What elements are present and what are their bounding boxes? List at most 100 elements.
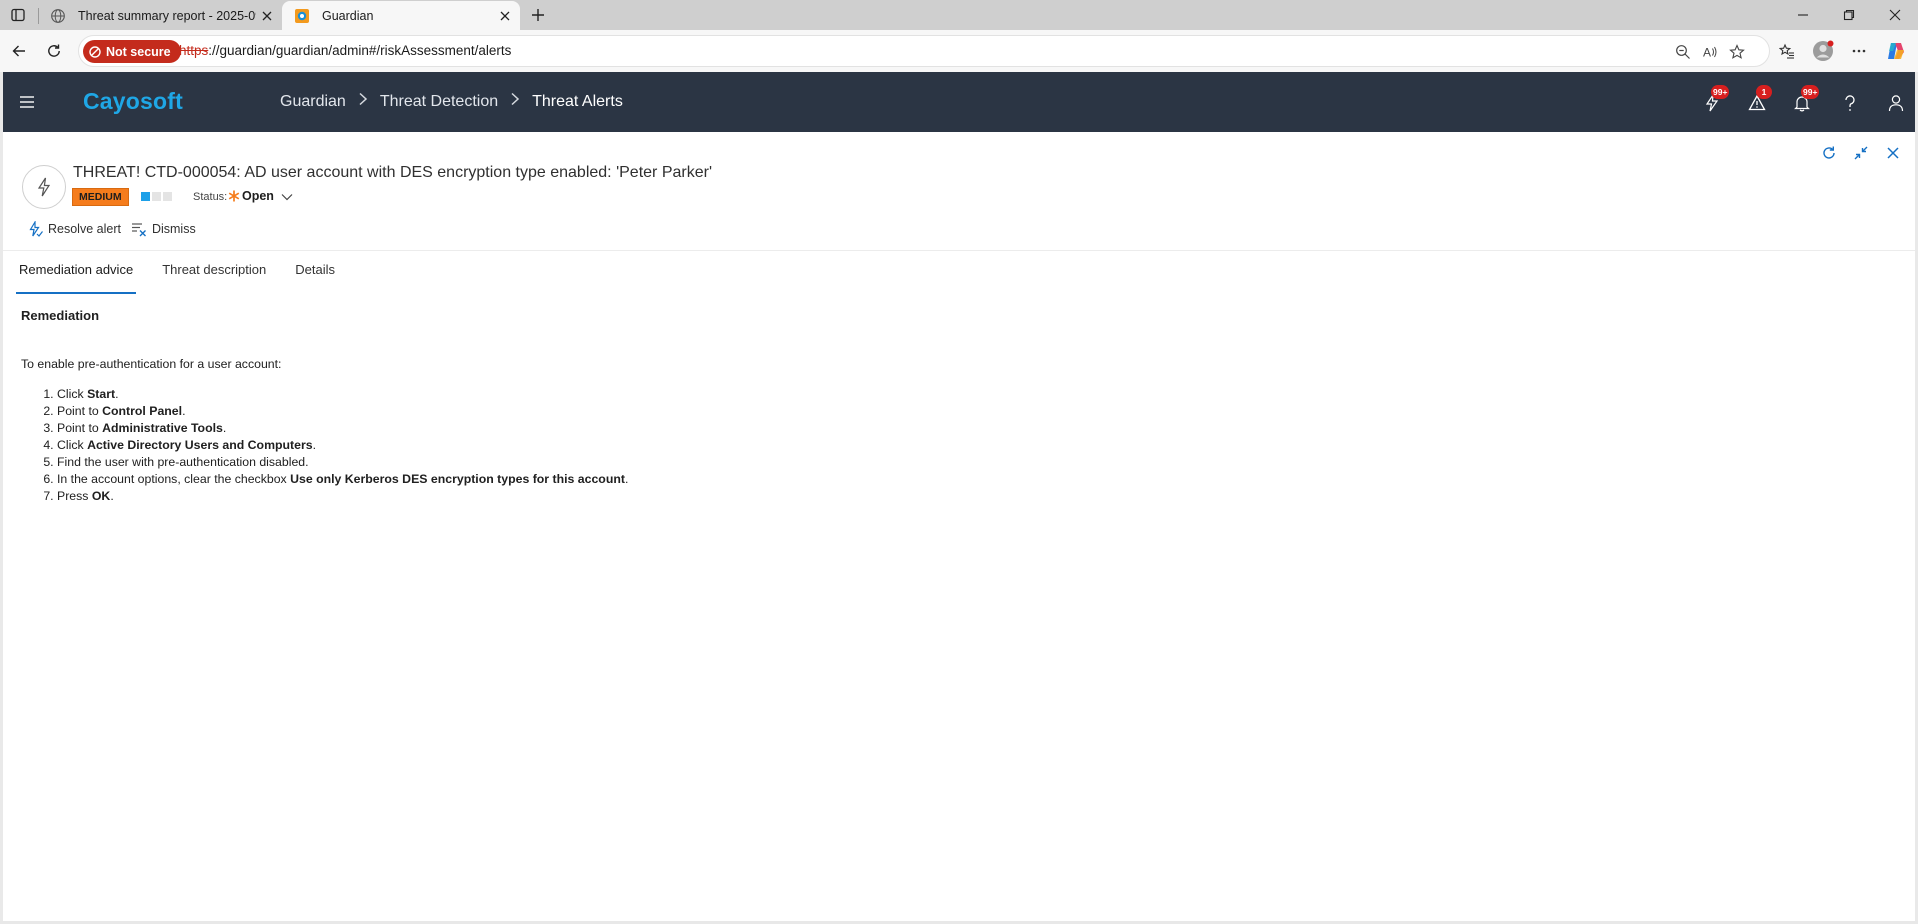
- breadcrumb-threat-alerts: Threat Alerts: [532, 92, 623, 110]
- resolve-alert-button[interactable]: Resolve alert: [27, 221, 121, 237]
- zoom-out-icon[interactable]: [1672, 41, 1694, 63]
- warning-badge: 1: [1756, 85, 1772, 99]
- step-text-end: .: [182, 404, 186, 418]
- url-path: ://guardian/guardian/admin#/riskAssessme…: [208, 43, 512, 58]
- notification-bell-icon[interactable]: 99+: [1789, 85, 1820, 116]
- app-header: Cayosoft Guardian Threat Detection Threa…: [3, 72, 1915, 132]
- breadcrumb-threat-detection[interactable]: Threat Detection: [380, 93, 498, 111]
- address-bar[interactable]: Not secure https://guardian/guardian/adm…: [78, 35, 1770, 67]
- warning-shield-icon: [89, 45, 101, 58]
- breadcrumb-chevron-icon: [358, 92, 368, 111]
- dismiss-button[interactable]: Dismiss: [131, 221, 196, 237]
- svg-text:A: A: [1703, 46, 1711, 60]
- severity-segment: [141, 192, 150, 201]
- remediation-step: In the account options, clear the checkb…: [57, 471, 1821, 488]
- tab-details[interactable]: Details: [294, 262, 336, 290]
- alert-actions: Resolve alert Dismiss: [27, 221, 196, 237]
- step-text: Point to: [57, 421, 103, 435]
- tab-actions-icon[interactable]: [6, 4, 30, 26]
- remediation-steps: Click Start. Point to Control Panel. Poi…: [21, 386, 1821, 505]
- asterisk-open-icon: [228, 190, 240, 202]
- detail-tabs: Remediation advice Threat description De…: [15, 262, 363, 294]
- tab-title: Threat summary report - 2025-09: [78, 8, 256, 23]
- copilot-icon[interactable]: [1884, 39, 1908, 63]
- remediation-intro: To enable pre-authentication for a user …: [21, 357, 282, 371]
- step-text: Point to: [57, 404, 103, 418]
- activity-badge: 99+: [1711, 85, 1730, 99]
- browser-tab-guardian[interactable]: Guardian: [282, 1, 520, 30]
- refresh-icon[interactable]: [40, 37, 68, 65]
- step-text: Click: [57, 438, 88, 452]
- section-divider: [3, 250, 1915, 251]
- minimize-icon[interactable]: [1780, 0, 1826, 30]
- tab-threat-description[interactable]: Threat description: [161, 262, 267, 290]
- read-aloud-icon[interactable]: A: [1699, 41, 1721, 63]
- notification-badge: 99+: [1801, 85, 1820, 99]
- back-icon[interactable]: [5, 37, 33, 65]
- browser-tab-strip: Threat summary report - 2025-09 Guardian: [0, 0, 1918, 30]
- tab-title: Guardian: [322, 8, 374, 23]
- refresh-panel-icon[interactable]: [1818, 142, 1840, 164]
- url-scheme: https: [179, 43, 209, 58]
- close-panel-icon[interactable]: [1882, 142, 1904, 164]
- status-label: Status:: [193, 191, 228, 203]
- remediation-step: Find the user with pre-authentication di…: [57, 454, 1821, 471]
- browser-toolbar: Not secure https://guardian/guardian/adm…: [0, 30, 1918, 72]
- breadcrumb-guardian[interactable]: Guardian: [280, 93, 346, 111]
- page-border-left: [0, 72, 3, 924]
- breadcrumb: Guardian Threat Detection Threat Alerts: [280, 92, 623, 111]
- remediation-step: Point to Control Panel.: [57, 403, 1821, 420]
- menu-hamburger-icon[interactable]: [15, 90, 39, 114]
- step-bold-text: Administrative Tools: [102, 421, 223, 435]
- threat-lightning-icon: [22, 165, 66, 209]
- step-text: Press: [57, 489, 92, 503]
- step-text-end: .: [624, 472, 629, 486]
- status-dropdown[interactable]: Open: [228, 189, 274, 203]
- step-text-end: .: [222, 421, 227, 435]
- remediation-step: Click Start.: [57, 386, 1821, 403]
- step-bold-text: Active Directory Users and Computers: [87, 438, 313, 452]
- severity-badge: MEDIUM: [72, 188, 129, 206]
- alert-title: THREAT! CTD-000054: AD user account with…: [73, 164, 712, 181]
- new-tab-icon[interactable]: [526, 4, 550, 26]
- dismiss-label: Dismiss: [151, 222, 196, 236]
- warning-triangle-icon[interactable]: 1: [1744, 85, 1772, 116]
- favorite-star-icon[interactable]: [1726, 41, 1748, 63]
- severity-segment: [152, 192, 161, 201]
- url-text: https://guardian/guardian/admin#/riskAss…: [179, 43, 511, 58]
- step-bold-text: OK: [91, 489, 111, 503]
- remediation-content: Remediation To enable pre-authentication…: [21, 308, 1821, 505]
- chevron-down-icon[interactable]: [280, 190, 294, 204]
- remediation-step: Click Active Directory Users and Compute…: [57, 437, 1821, 454]
- collapse-panel-icon[interactable]: [1850, 142, 1872, 164]
- profile-avatar-icon[interactable]: [1811, 39, 1835, 63]
- globe-icon: [50, 8, 66, 24]
- more-options-icon[interactable]: [1847, 39, 1871, 63]
- resolve-alert-label: Resolve alert: [48, 222, 121, 236]
- browser-tab-threat-summary[interactable]: Threat summary report - 2025-09: [38, 1, 282, 30]
- activity-lightning-icon[interactable]: 99+: [1699, 85, 1730, 116]
- step-text: Click: [57, 387, 88, 401]
- step-bold-text: Control Panel: [102, 404, 183, 418]
- brand-logo[interactable]: Cayosoft: [83, 88, 183, 115]
- guardian-favicon-icon: [294, 8, 310, 24]
- user-profile-icon[interactable]: [1883, 90, 1909, 116]
- tab-close-icon[interactable]: [494, 5, 516, 27]
- severity-segment: [163, 192, 172, 201]
- restore-icon[interactable]: [1826, 0, 1872, 30]
- remediation-step: Point to Administrative Tools.: [57, 420, 1821, 437]
- close-window-icon[interactable]: [1872, 0, 1918, 30]
- favorites-icon[interactable]: [1775, 39, 1799, 63]
- status-value: Open: [242, 189, 274, 203]
- remediation-step: Press OK.: [57, 488, 1821, 505]
- remediation-heading: Remediation: [21, 308, 100, 323]
- tab-close-icon[interactable]: [256, 5, 278, 27]
- not-secure-label: Not secure: [106, 44, 171, 59]
- help-icon[interactable]: [1837, 90, 1863, 116]
- step-text-end: .: [110, 489, 114, 503]
- tab-remediation-advice[interactable]: Remediation advice: [15, 262, 137, 294]
- not-secure-indicator[interactable]: Not secure: [83, 40, 181, 63]
- step-text: Find the user with pre-authentication di…: [57, 455, 309, 469]
- dismiss-icon: [131, 223, 146, 237]
- severity-level-indicator: [141, 192, 172, 201]
